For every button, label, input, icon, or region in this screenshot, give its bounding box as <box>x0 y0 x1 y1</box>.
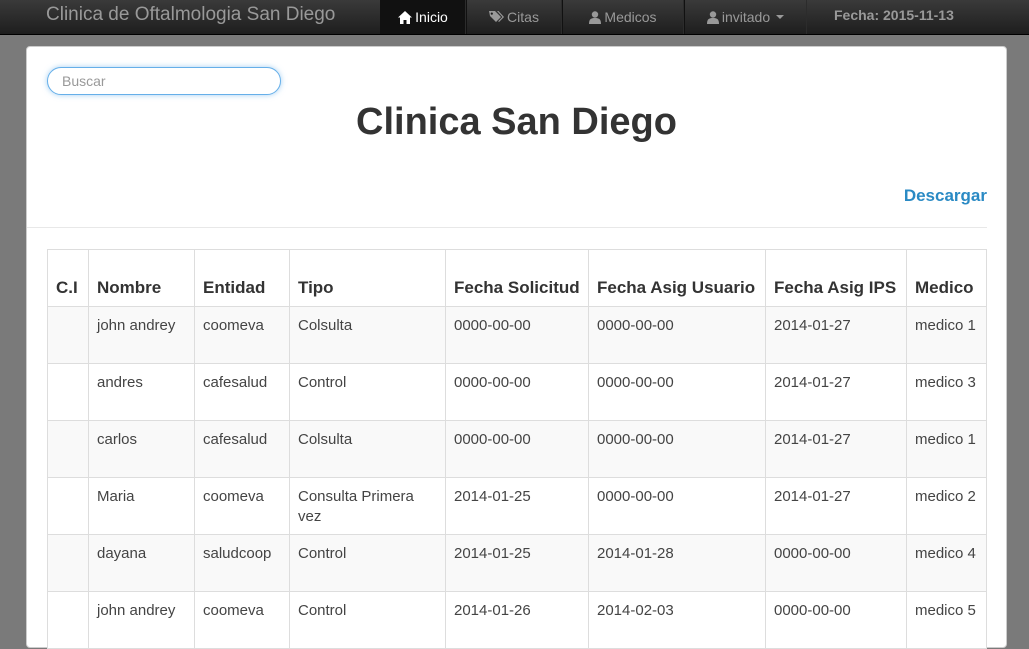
cell-fecha-asig-ips: 0000-00-00 <box>765 534 907 592</box>
main-panel: Clinica San Diego Descargar C.I Nombre E… <box>26 46 1007 649</box>
main-nav: Inicio Citas Medicos invitado <box>380 0 807 34</box>
cell-fecha-asig-ips: 2014-01-27 <box>765 363 907 421</box>
cell-ci <box>47 534 89 592</box>
current-date: Fecha: 2015-11-13 <box>834 7 954 23</box>
cell-fecha-asig-usuario: 0000-00-00 <box>588 477 766 535</box>
cell-medico: medico 4 <box>906 534 987 592</box>
nav-label-medicos: Medicos <box>604 9 657 25</box>
cell-ci <box>47 363 89 421</box>
cell-ci <box>47 420 89 478</box>
column-header: Fecha Asig IPS <box>765 249 907 307</box>
cell-entidad: coomeva <box>194 477 290 535</box>
search-input[interactable] <box>47 67 281 95</box>
cell-fecha-asig-ips: 2014-01-27 <box>765 306 907 364</box>
table-row: dayana saludcoop Control 2014-01-25 2014… <box>47 534 987 592</box>
cell-medico: medico 1 <box>906 420 987 478</box>
cell-fecha-asig-usuario: 2014-01-28 <box>588 534 766 592</box>
cell-entidad: coomeva <box>194 306 290 364</box>
cell-entidad: cafesalud <box>194 363 290 421</box>
cell-fecha-asig-usuario: 0000-00-00 <box>588 306 766 364</box>
cell-nombre: john andrey <box>88 591 195 649</box>
cell-fecha-asig-ips: 2014-01-27 <box>765 420 907 478</box>
nav-label-citas: Citas <box>507 9 539 25</box>
column-header: Fecha Asig Usuario <box>588 249 766 307</box>
cell-tipo: Control <box>289 591 446 649</box>
cell-fecha-asig-usuario: 0000-00-00 <box>588 420 766 478</box>
cell-medico: medico 5 <box>906 591 987 649</box>
cell-medico: medico 2 <box>906 477 987 535</box>
cell-tipo: Control <box>289 534 446 592</box>
download-link[interactable]: Descargar <box>904 186 987 206</box>
cell-ci <box>47 591 89 649</box>
column-header: Entidad <box>194 249 290 307</box>
column-header: Tipo <box>289 249 446 307</box>
table-row: carlos cafesalud Colsulta 0000-00-00 000… <box>47 420 987 478</box>
nav-label-inicio: Inicio <box>415 9 448 25</box>
cell-ci <box>47 477 89 535</box>
cell-nombre: andres <box>88 363 195 421</box>
column-header: Medico <box>906 249 987 307</box>
nav-item-invitado-dropdown[interactable]: invitado <box>684 0 807 34</box>
table-row: Maria coomeva Consulta Primera vez 2014-… <box>47 477 987 535</box>
table-row: andres cafesalud Control 0000-00-00 0000… <box>47 363 987 421</box>
cell-entidad: cafesalud <box>194 420 290 478</box>
home-icon <box>398 10 413 24</box>
cell-fecha-solicitud: 2014-01-26 <box>445 591 589 649</box>
cell-fecha-asig-usuario: 2014-02-03 <box>588 591 766 649</box>
column-header: C.I <box>47 249 89 307</box>
cell-fecha-solicitud: 0000-00-00 <box>445 306 589 364</box>
nav-item-citas[interactable]: Citas <box>466 0 562 34</box>
caret-down-icon <box>776 15 785 19</box>
cell-fecha-solicitud: 2014-01-25 <box>445 477 589 535</box>
column-header: Nombre <box>88 249 195 307</box>
appointments-table: C.I Nombre Entidad Tipo Fecha Solicitud … <box>47 249 987 649</box>
table-container: C.I Nombre Entidad Tipo Fecha Solicitud … <box>47 249 987 649</box>
cell-fecha-asig-ips: 2014-01-27 <box>765 477 907 535</box>
tags-icon <box>489 10 505 24</box>
cell-fecha-asig-ips: 0000-00-00 <box>765 591 907 649</box>
cell-tipo: Consulta Primera vez <box>289 477 446 535</box>
user-icon <box>589 10 602 24</box>
cell-fecha-asig-usuario: 0000-00-00 <box>588 363 766 421</box>
cell-fecha-solicitud: 0000-00-00 <box>445 363 589 421</box>
nav-item-inicio[interactable]: Inicio <box>380 0 466 34</box>
cell-fecha-solicitud: 2014-01-25 <box>445 534 589 592</box>
cell-entidad: coomeva <box>194 591 290 649</box>
cell-tipo: Control <box>289 363 446 421</box>
cell-nombre: john andrey <box>88 306 195 364</box>
table-row: john andrey coomeva Colsulta 0000-00-00 … <box>47 306 987 364</box>
cell-medico: medico 1 <box>906 306 987 364</box>
cell-nombre: Maria <box>88 477 195 535</box>
column-header: Fecha Solicitud <box>445 249 589 307</box>
cell-tipo: Colsulta <box>289 420 446 478</box>
nav-item-medicos[interactable]: Medicos <box>562 0 684 34</box>
page-title: Clinica San Diego <box>356 101 677 143</box>
divider <box>27 227 987 228</box>
cell-nombre: dayana <box>88 534 195 592</box>
cell-entidad: saludcoop <box>194 534 290 592</box>
cell-fecha-solicitud: 0000-00-00 <box>445 420 589 478</box>
nav-label-invitado: invitado <box>721 9 771 25</box>
cell-ci <box>47 306 89 364</box>
top-navbar: Clinica de Oftalmologia San Diego Inicio… <box>0 0 1029 35</box>
cell-medico: medico 3 <box>906 363 987 421</box>
cell-nombre: carlos <box>88 420 195 478</box>
cell-tipo: Colsulta <box>289 306 446 364</box>
table-header-row: C.I Nombre Entidad Tipo Fecha Solicitud … <box>47 249 987 307</box>
table-row: john andrey coomeva Control 2014-01-26 2… <box>47 591 987 649</box>
user-icon <box>706 10 719 24</box>
brand-link[interactable]: Clinica de Oftalmologia San Diego <box>46 4 335 26</box>
